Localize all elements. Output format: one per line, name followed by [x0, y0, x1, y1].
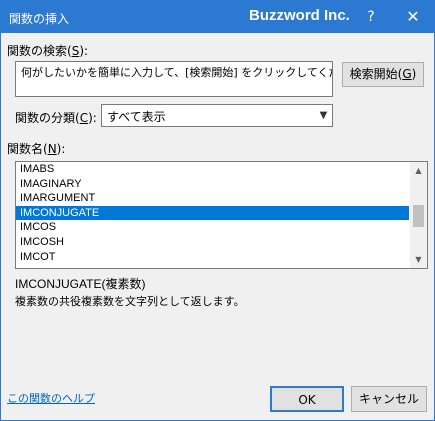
function-name-label: 関数名(N): — [7, 142, 66, 156]
scroll-down-icon[interactable]: ▼ — [410, 251, 427, 268]
list-item[interactable]: IMAGINARY — [16, 177, 409, 192]
function-description: 複素数の共役複素数を文字列として返します。 — [15, 295, 245, 308]
brand-name: Buzzword Inc. — [249, 7, 350, 24]
category-selected-value: すべて表示 — [107, 110, 166, 124]
vertical-scrollbar[interactable]: ▲ ▼ — [410, 162, 427, 268]
scroll-up-icon[interactable]: ▲ — [410, 162, 427, 179]
list-item[interactable]: IMCOT — [16, 250, 409, 265]
list-item-selected[interactable]: IMCONJUGATE — [16, 205, 409, 221]
scrollbar-thumb[interactable] — [413, 205, 424, 227]
category-label: 関数の分類(C): — [15, 111, 97, 125]
list-item[interactable]: IMCOS — [16, 220, 409, 235]
search-label: 関数の検索(S): — [7, 44, 89, 58]
function-help-link[interactable]: この関数のヘルプ — [7, 390, 95, 406]
search-button[interactable]: 検索開始(G) — [342, 62, 424, 87]
function-list-items: IMABS IMAGINARY IMARGUMENT IMCONJUGATE I… — [16, 162, 409, 264]
list-item[interactable]: IMARGUMENT — [16, 191, 409, 206]
insert-function-dialog: 関数の挿入 Buzzword Inc. ? ✕ 関数の検索(S): 何がしたいか… — [0, 0, 435, 421]
ok-button[interactable]: OK — [270, 386, 344, 412]
title-bar[interactable]: 関数の挿入 Buzzword Inc. ? ✕ — [1, 1, 434, 33]
category-select[interactable]: すべて表示 ▼ — [101, 104, 333, 127]
cancel-button[interactable]: キャンセル — [351, 386, 427, 412]
function-listbox[interactable]: IMABS IMAGINARY IMARGUMENT IMCONJUGATE I… — [15, 161, 428, 269]
help-button[interactable]: ? — [351, 1, 391, 33]
function-signature: IMCONJUGATE(複素数) — [15, 277, 146, 291]
close-button[interactable]: ✕ — [393, 1, 433, 33]
window-title: 関数の挿入 — [9, 12, 70, 26]
chevron-down-icon[interactable]: ▼ — [314, 105, 332, 126]
list-item[interactable]: IMABS — [16, 162, 409, 177]
list-item[interactable]: IMCOSH — [16, 235, 409, 250]
search-input[interactable]: 何がしたいかを簡単に入力して、[検索開始] をクリックしてください。 — [15, 61, 333, 97]
